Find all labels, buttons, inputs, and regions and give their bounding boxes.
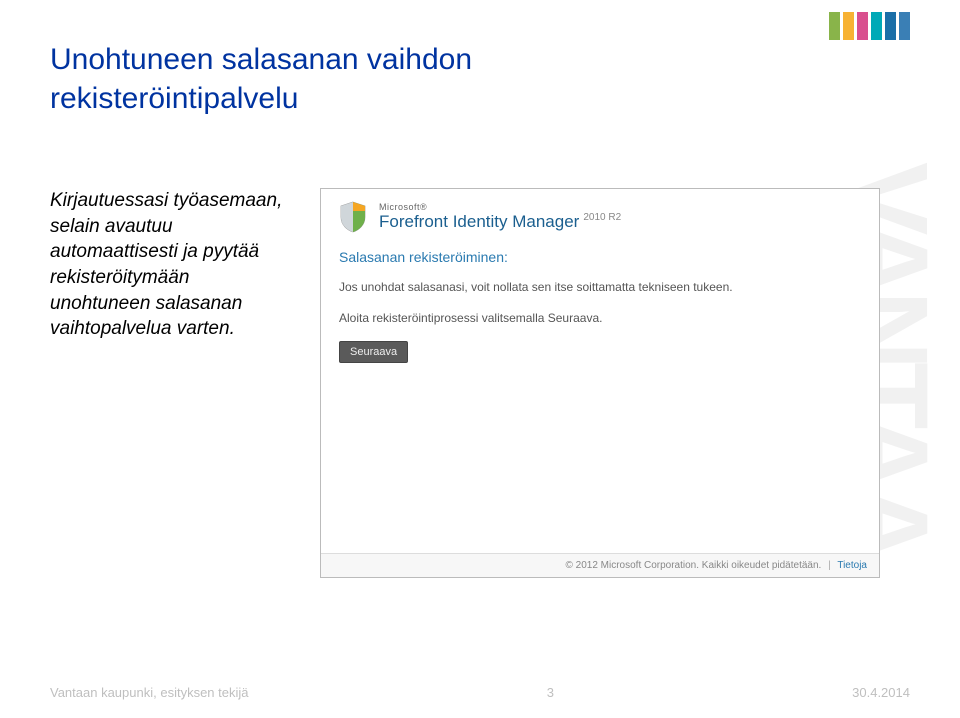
screenshot-column: Microsoft® Forefront Identity Manager201… bbox=[320, 188, 910, 578]
footer-separator: | bbox=[828, 560, 831, 571]
footer-date: 30.4.2014 bbox=[852, 685, 910, 700]
dialog-body: Salasanan rekisteröiminen: Jos unohdat s… bbox=[321, 243, 879, 375]
about-link[interactable]: Tietoja bbox=[837, 560, 867, 571]
microsoft-label: Microsoft® bbox=[379, 202, 621, 212]
registration-dialog: Microsoft® Forefront Identity Manager201… bbox=[320, 188, 880, 578]
product-name: Forefront Identity Manager2010 R2 bbox=[379, 212, 621, 232]
registration-paragraph-2: Aloita rekisteröintiprosessi valitsemall… bbox=[339, 310, 861, 327]
registration-paragraph-1: Jos unohdat salasanasi, voit nollata sen… bbox=[339, 279, 861, 296]
footer-left: Vantaan kaupunki, esityksen tekijä bbox=[50, 685, 249, 700]
content-row: Kirjautuessasi työasemaan, selain avautu… bbox=[50, 188, 910, 578]
slide-title: Unohtuneen salasanan vaihdon rekisteröin… bbox=[50, 40, 910, 118]
copyright-text: © 2012 Microsoft Corporation. Kaikki oik… bbox=[565, 560, 821, 571]
next-button[interactable]: Seuraava bbox=[339, 341, 408, 363]
registration-title: Salasanan rekisteröiminen: bbox=[339, 249, 861, 265]
dialog-header: Microsoft® Forefront Identity Manager201… bbox=[321, 189, 879, 243]
slide-footer: Vantaan kaupunki, esityksen tekijä 3 30.… bbox=[50, 685, 910, 700]
footer-page-number: 3 bbox=[547, 685, 554, 700]
forefront-shield-icon bbox=[335, 199, 371, 235]
dialog-footer: © 2012 Microsoft Corporation. Kaikki oik… bbox=[321, 553, 879, 577]
brand-color-strip bbox=[829, 12, 910, 40]
body-text: Kirjautuessasi työasemaan, selain avautu… bbox=[50, 188, 290, 578]
